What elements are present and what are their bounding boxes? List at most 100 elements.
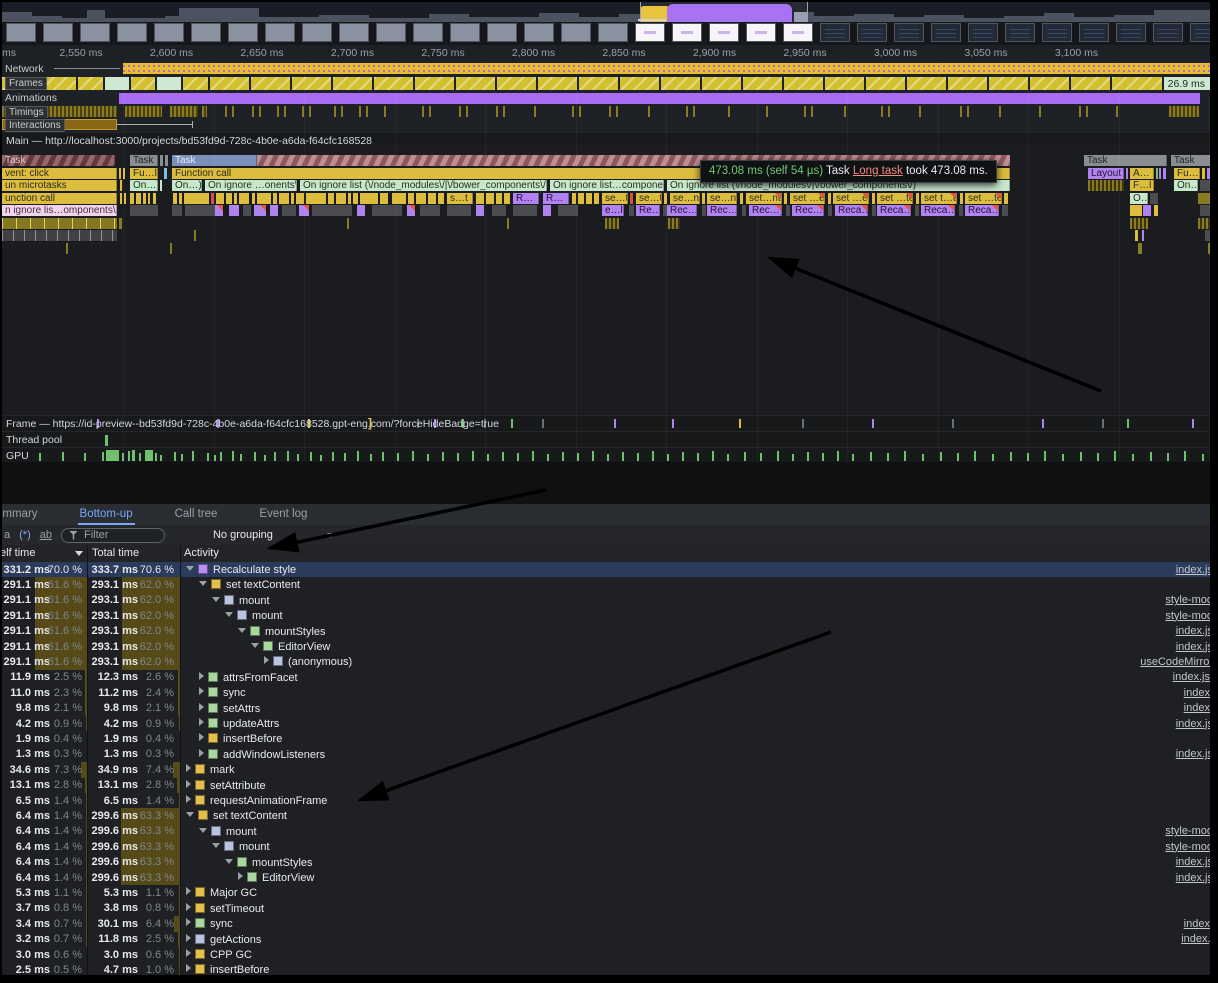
whole-word-toggle[interactable]: ab xyxy=(40,529,52,541)
activity-label[interactable]: set textContent xyxy=(226,579,300,591)
filmstrip-thumbnail[interactable] xyxy=(1153,23,1183,42)
filmstrip-thumbnail[interactable] xyxy=(894,23,924,42)
flame-bar[interactable]: Re…le xyxy=(636,205,660,216)
collapse-icon[interactable] xyxy=(186,566,194,571)
flame-bar[interactable]: Task xyxy=(1084,155,1167,166)
frame-segment[interactable] xyxy=(1071,77,1110,90)
cpu-overview-minimap[interactable] xyxy=(2,2,1210,22)
flame-bar[interactable] xyxy=(476,205,484,216)
filmstrip-thumbnail[interactable] xyxy=(413,23,443,42)
table-row[interactable]: 11.0 ms2.3 %11.2 ms2.4 %syncindex. xyxy=(2,685,1210,700)
collapse-icon[interactable] xyxy=(186,812,194,817)
flame-bar[interactable] xyxy=(586,193,592,204)
flame-bar[interactable] xyxy=(447,205,471,216)
flame-bar[interactable] xyxy=(215,205,223,216)
flame-bar[interactable] xyxy=(702,205,706,216)
detail-tabbar[interactable]: ummaryBottom-upCall treeEvent log xyxy=(2,504,1210,526)
flame-bar[interactable] xyxy=(408,193,414,204)
tab-call-tree[interactable]: Call tree xyxy=(173,504,220,525)
flame-bar[interactable] xyxy=(428,193,436,204)
collapse-icon[interactable] xyxy=(199,828,207,833)
activity-label[interactable]: mount xyxy=(239,595,270,607)
flame-bar[interactable] xyxy=(348,193,351,204)
activity-label[interactable]: mountStyles xyxy=(265,626,326,638)
flame-bar[interactable] xyxy=(252,193,255,204)
flame-bar[interactable] xyxy=(179,193,182,204)
flame-bar[interactable] xyxy=(306,193,326,204)
flame-bar[interactable] xyxy=(173,193,177,204)
flame-bar[interactable] xyxy=(257,193,271,204)
expand-icon[interactable] xyxy=(186,949,191,957)
filmstrip-thumbnail[interactable] xyxy=(820,23,850,42)
flame-bar[interactable]: se…nt xyxy=(670,193,700,204)
flame-bar[interactable] xyxy=(312,205,352,216)
flame-bar[interactable] xyxy=(2,230,117,241)
tab-ummary[interactable]: ummary xyxy=(2,504,40,525)
table-row[interactable]: 291.1 ms61.6 %293.1 ms62.0 %mountstyle-m… xyxy=(2,593,1210,608)
flame-bar[interactable] xyxy=(1002,205,1008,216)
flame-bar[interactable] xyxy=(960,193,963,204)
filmstrip-thumbnail[interactable] xyxy=(672,23,702,42)
flame-bar[interactable] xyxy=(120,180,122,191)
flame-bar[interactable] xyxy=(243,205,251,216)
flame-bar[interactable]: Rec…yle xyxy=(792,205,824,216)
flame-bar[interactable] xyxy=(702,193,705,204)
table-row[interactable]: 5.3 ms1.1 %5.3 ms1.1 %Major GC xyxy=(2,885,1210,900)
frame-segment[interactable] xyxy=(210,77,249,90)
flame-bar[interactable]: On…) xyxy=(130,180,158,191)
expand-icon[interactable] xyxy=(264,656,269,664)
filmstrip-thumbnail[interactable] xyxy=(561,23,591,42)
flame-bar[interactable]: se…t xyxy=(636,193,662,204)
table-row[interactable]: 291.1 ms61.6 %293.1 ms62.0 %set textCont… xyxy=(2,577,1210,592)
flame-bar[interactable]: Reca…yle xyxy=(877,205,911,216)
flame-bar[interactable]: O… xyxy=(1130,193,1148,204)
source-link[interactable]: index. xyxy=(1184,702,1210,714)
frame-duration-badge[interactable]: 26.9 ms xyxy=(1164,77,1210,90)
filmstrip-thumbnail[interactable] xyxy=(6,23,36,42)
filmstrip-thumbnail[interactable] xyxy=(228,23,258,42)
expand-icon[interactable] xyxy=(186,918,191,926)
regex-toggle[interactable]: (*) xyxy=(19,529,31,541)
collapse-icon[interactable] xyxy=(212,843,220,848)
table-row[interactable]: 6.5 ms1.4 %6.5 ms1.4 %requestAnimationFr… xyxy=(2,793,1210,808)
activity-label[interactable]: getActions xyxy=(210,934,261,946)
table-row[interactable]: 4.2 ms0.9 %4.2 ms0.9 %updateAttrsindex.j… xyxy=(2,716,1210,731)
filmstrip-thumbnail[interactable] xyxy=(598,23,628,42)
filmstrip-thumbnail[interactable] xyxy=(1005,23,1035,42)
flame-bar[interactable] xyxy=(1150,193,1158,204)
frame-segment[interactable] xyxy=(157,77,181,90)
flame-bar[interactable] xyxy=(296,193,304,204)
source-link[interactable]: index.js xyxy=(1176,625,1210,637)
flame-bar[interactable]: Rec…le xyxy=(707,205,737,216)
source-link[interactable]: index.js xyxy=(1176,641,1210,653)
flame-bar[interactable]: s…t xyxy=(447,193,473,204)
selection-handle-right[interactable] xyxy=(807,2,808,22)
filmstrip-thumbnail[interactable] xyxy=(117,23,147,42)
expand-icon[interactable] xyxy=(186,964,191,972)
flame-bar[interactable]: set …tent xyxy=(965,193,1002,204)
flame-bar[interactable] xyxy=(160,180,162,191)
filmstrip-thumbnail[interactable] xyxy=(1116,23,1146,42)
flame-bar[interactable] xyxy=(959,205,963,216)
flame-bar[interactable] xyxy=(872,193,875,204)
filmstrip-thumbnail[interactable] xyxy=(265,23,295,42)
flame-bar[interactable] xyxy=(915,205,919,216)
flame-bar[interactable] xyxy=(1138,243,1142,254)
frame-segment[interactable] xyxy=(743,77,782,90)
activity-label[interactable]: mount xyxy=(252,610,283,622)
flame-bar[interactable] xyxy=(786,205,790,216)
table-row[interactable]: 34.6 ms7.3 %34.9 ms7.4 %mark xyxy=(2,762,1210,777)
collapse-icon[interactable] xyxy=(225,859,233,864)
filmstrip-thumbnail[interactable] xyxy=(43,23,73,42)
flame-bar[interactable]: On ignore list (\/node_modules\/|\/bower… xyxy=(300,180,547,191)
flame-bar[interactable]: Task xyxy=(1171,155,1210,166)
flame-bar[interactable] xyxy=(270,205,278,216)
filmstrip-thumbnail[interactable] xyxy=(931,23,961,42)
flame-bar[interactable] xyxy=(66,243,68,254)
source-link[interactable]: index.js xyxy=(1176,872,1210,884)
flame-bar[interactable]: On…) xyxy=(1174,180,1198,191)
table-row[interactable]: 6.4 ms1.4 %299.6 ms63.3 %EditorViewindex… xyxy=(2,870,1210,885)
frame-segment[interactable] xyxy=(78,77,103,90)
frame-segment[interactable] xyxy=(989,77,1028,90)
flame-bar[interactable]: set t…tent xyxy=(921,193,957,204)
